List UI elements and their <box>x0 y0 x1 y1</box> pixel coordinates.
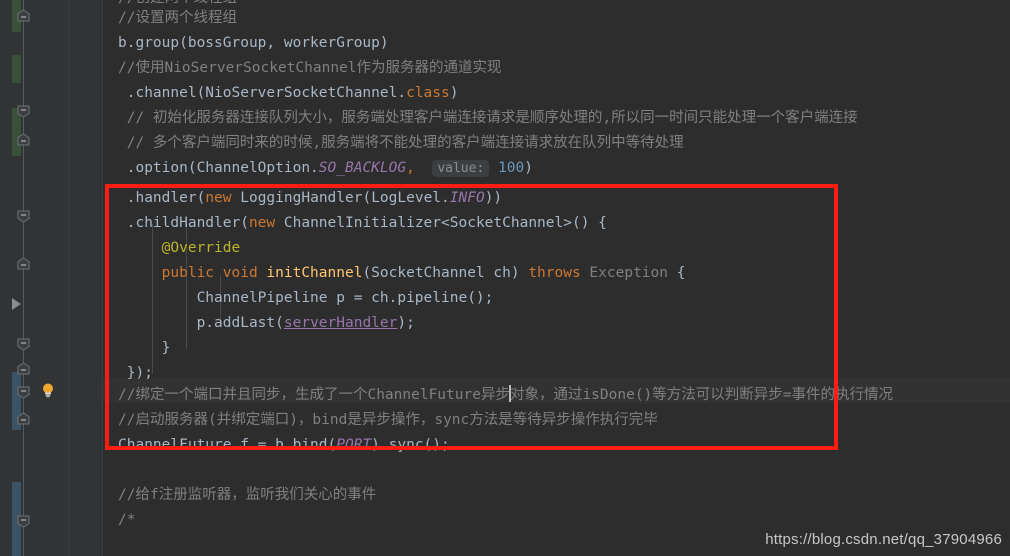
code-token: ChannelFuture f = b.bind( <box>118 437 337 453</box>
code-token: //启动服务器(并绑定端口)，bind是异步操作，sync方法是等待异步操作执行… <box>118 412 658 428</box>
code-token: SO_BACKLOG <box>318 160 407 176</box>
code-token: new <box>205 190 232 206</box>
code-token: //设置两个线程组 <box>118 10 237 26</box>
code-token: // 初始化服务器连接队列大小，服务端处理客户端连接请求是顺序处理的,所以同一时… <box>118 110 858 126</box>
code-token: public void <box>118 265 267 281</box>
code-line[interactable]: .childHandler(new ChannelInitializer<Soc… <box>118 211 607 236</box>
code-line[interactable]: ChannelPipeline p = ch.pipeline(); <box>118 286 494 311</box>
code-token: ); <box>397 315 415 331</box>
code-token: .option(ChannelOption. <box>118 160 319 176</box>
code-token: (SocketChannel ch) <box>362 265 529 281</box>
code-line[interactable]: .handler(new LoggingHandler(LogLevel.INF… <box>118 186 502 211</box>
code-line[interactable]: // 多个客户端同时来的时候,服务端将不能处理的客户端连接请求放在队列中等待处理 <box>118 131 684 156</box>
code-token: } <box>118 340 171 356</box>
code-text-area[interactable]: //创建两个线程组//设置两个线程组b.group(bossGroup, wor… <box>0 0 1010 556</box>
code-token: ).sync(); <box>371 437 450 453</box>
code-token: ) <box>449 85 459 101</box>
code-editor-window: //创建两个线程组//设置两个线程组b.group(bossGroup, wor… <box>0 0 1010 556</box>
code-token: // 多个客户端同时来的时候,服务端将不能处理的客户端连接请求放在队列中等待处理 <box>118 135 684 151</box>
code-token: new <box>248 215 276 231</box>
code-line[interactable]: // 初始化服务器连接队列大小，服务端处理客户端连接请求是顺序处理的,所以同一时… <box>118 106 858 131</box>
code-token: { <box>668 265 686 281</box>
code-line[interactable]: //设置两个线程组 <box>118 6 237 31</box>
code-line[interactable]: } <box>118 336 171 361</box>
code-token: throws <box>528 265 581 281</box>
code-token: INFO <box>449 190 485 206</box>
code-token: PORT <box>336 437 372 453</box>
code-token: ChannelInitializer<SocketChannel>() { <box>275 215 607 231</box>
code-token: //使用NioServerSocketChannel作为服务器的通道实现 <box>118 60 502 76</box>
code-token: }); <box>118 365 153 381</box>
code-line[interactable]: //使用NioServerSocketChannel作为服务器的通道实现 <box>118 56 502 81</box>
code-line[interactable]: public void initChannel(SocketChannel ch… <box>118 261 686 286</box>
code-token: .handler( <box>118 190 206 206</box>
code-token: )) <box>484 190 503 206</box>
code-token: ) <box>524 160 533 176</box>
code-token: LoggingHandler(LogLevel. <box>231 190 450 206</box>
code-token: initChannel <box>266 265 363 281</box>
code-token: Exception <box>580 265 669 281</box>
code-line[interactable]: //给f注册监听器，监听我们关心的事件 <box>118 483 376 508</box>
code-token: serverHandler <box>283 315 398 331</box>
watermark-url: https://blog.csdn.net/qq_37904966 <box>765 531 1002 548</box>
code-token: /* <box>118 512 136 528</box>
code-token: p.addLast( <box>118 315 284 331</box>
code-token: ChannelPipeline p = ch.pipeline(); <box>118 290 494 306</box>
code-token: //绑定一个端口并且同步，生成了一个ChannelFuture异步 <box>118 387 510 403</box>
code-line[interactable]: .option(ChannelOption.SO_BACKLOG, value:… <box>118 156 533 181</box>
code-line[interactable]: b.group(bossGroup, workerGroup) <box>118 31 389 56</box>
code-line[interactable]: .channel(NioServerSocketChannel.class) <box>118 81 459 106</box>
code-token: , <box>406 160 415 176</box>
code-token: b.group(bossGroup, workerGroup) <box>118 35 389 51</box>
code-token: .childHandler( <box>118 215 249 231</box>
code-line[interactable]: p.addLast(serverHandler); <box>118 311 415 336</box>
code-token: 对象，通过isDone()等方法可以判断异步=事件的执行情况 <box>509 387 894 403</box>
code-line[interactable]: /* <box>118 508 135 533</box>
code-line[interactable]: //启动服务器(并绑定端口)，bind是异步操作，sync方法是等待异步操作执行… <box>118 408 658 433</box>
code-token: @Override <box>118 240 241 256</box>
code-token: 100 <box>498 160 525 176</box>
code-token: value: <box>432 160 490 177</box>
code-token: .channel(NioServerSocketChannel. <box>118 85 407 101</box>
code-line[interactable]: ChannelFuture f = b.bind(PORT).sync(); <box>118 433 450 458</box>
code-line[interactable]: //绑定一个端口并且同步，生成了一个ChannelFuture异步对象，通过is… <box>118 383 893 408</box>
code-line[interactable]: @Override <box>118 236 241 261</box>
code-token: class <box>406 85 450 101</box>
code-token: //给f注册监听器，监听我们关心的事件 <box>118 487 377 503</box>
